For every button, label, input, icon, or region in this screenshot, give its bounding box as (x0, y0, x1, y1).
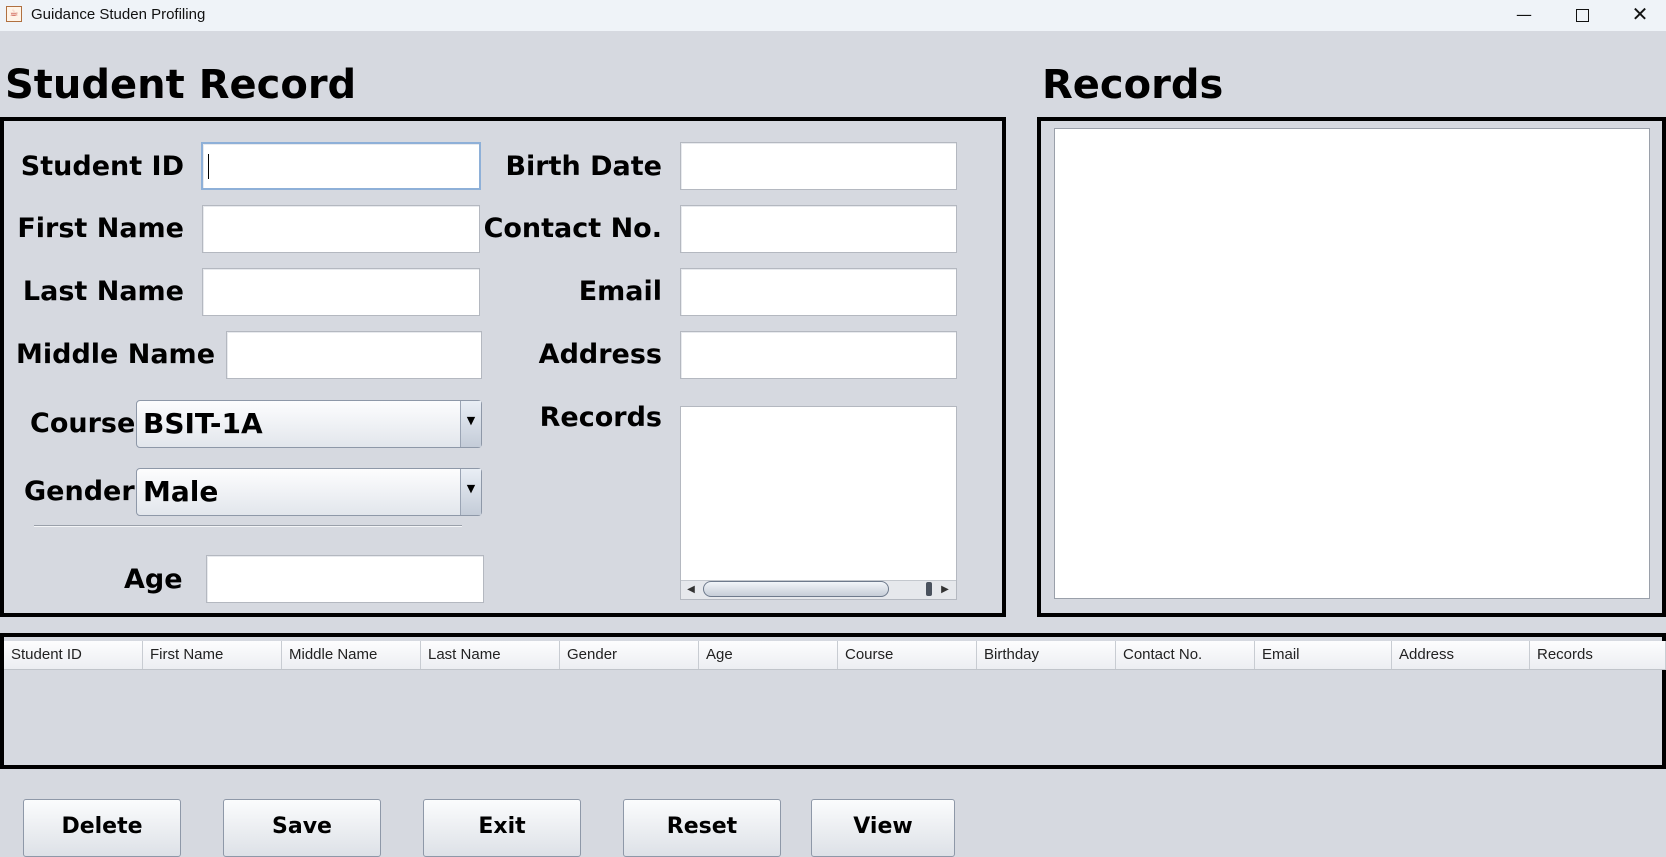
age-input[interactable] (206, 555, 484, 603)
birth-date-input[interactable] (680, 142, 957, 190)
exit-button[interactable]: Exit (423, 799, 581, 857)
minimize-button[interactable]: — (1495, 0, 1553, 31)
course-label: Course (30, 408, 136, 439)
maximize-button[interactable] (1553, 0, 1611, 31)
save-button[interactable]: Save (223, 799, 381, 857)
address-label: Address (538, 339, 662, 370)
last-name-label: Last Name (22, 276, 184, 307)
scroll-track-end (926, 582, 932, 596)
middle-name-input[interactable] (226, 331, 482, 379)
records-textarea[interactable]: ◀ ▶ (680, 406, 957, 600)
column-header[interactable]: Course (838, 641, 977, 669)
last-name-input[interactable] (202, 268, 480, 316)
age-label: Age (124, 564, 183, 595)
contact-no-label: Contact No. (483, 213, 662, 244)
column-header[interactable]: Birthday (977, 641, 1116, 669)
student-record-heading: Student Record (5, 62, 357, 108)
window-title: Guidance Studen Profiling (31, 6, 206, 23)
records-label: Records (539, 402, 662, 433)
reset-button[interactable]: Reset (623, 799, 781, 857)
records-display[interactable] (1054, 128, 1650, 599)
column-header[interactable]: Records (1530, 641, 1666, 669)
course-selected-value: BSIT-1A (143, 407, 263, 440)
column-header[interactable]: Middle Name (282, 641, 421, 669)
column-header[interactable]: Contact No. (1116, 641, 1255, 669)
email-input[interactable] (680, 268, 957, 316)
scroll-thumb[interactable] (703, 581, 889, 597)
arrow-left-icon[interactable]: ◀ (684, 582, 698, 598)
student-table[interactable]: Student ID First Name Middle Name Last N… (0, 633, 1666, 769)
gender-select[interactable]: Male ▼ (136, 468, 482, 516)
close-icon: ✕ (1631, 2, 1649, 26)
horizontal-scrollbar[interactable]: ◀ ▶ (681, 580, 956, 599)
column-header[interactable]: Gender (560, 641, 699, 669)
delete-button[interactable]: Delete (23, 799, 181, 857)
contact-no-input[interactable] (680, 205, 957, 253)
gender-label: Gender (24, 476, 135, 507)
text-caret (208, 154, 209, 179)
student-id-input[interactable] (201, 142, 481, 190)
first-name-label: First Name (17, 213, 184, 244)
gender-selected-value: Male (143, 475, 219, 508)
course-select[interactable]: BSIT-1A ▼ (136, 400, 482, 448)
chevron-down-icon[interactable]: ▼ (460, 469, 481, 515)
first-name-input[interactable] (202, 205, 480, 253)
title-bar: ☕ Guidance Studen Profiling — ✕ (0, 0, 1666, 31)
column-header[interactable]: Last Name (421, 641, 560, 669)
column-header[interactable]: Address (1392, 641, 1530, 669)
minimize-icon: — (1516, 5, 1532, 24)
java-app-icon: ☕ (6, 6, 22, 22)
close-button[interactable]: ✕ (1611, 0, 1666, 31)
student-id-label: Student ID (20, 151, 184, 182)
column-header[interactable]: Student ID (4, 641, 143, 669)
address-input[interactable] (680, 331, 957, 379)
column-header[interactable]: Email (1255, 641, 1392, 669)
maximize-icon (1575, 9, 1589, 22)
separator (34, 525, 462, 527)
table-header: Student ID First Name Middle Name Last N… (4, 641, 1666, 670)
column-header[interactable]: Age (699, 641, 838, 669)
middle-name-label: Middle Name (16, 339, 216, 370)
birth-date-label: Birth Date (505, 151, 662, 182)
view-button[interactable]: View (811, 799, 955, 857)
arrow-right-icon[interactable]: ▶ (938, 582, 952, 598)
column-header[interactable]: First Name (143, 641, 282, 669)
records-heading: Records (1042, 62, 1224, 108)
email-label: Email (578, 276, 662, 307)
